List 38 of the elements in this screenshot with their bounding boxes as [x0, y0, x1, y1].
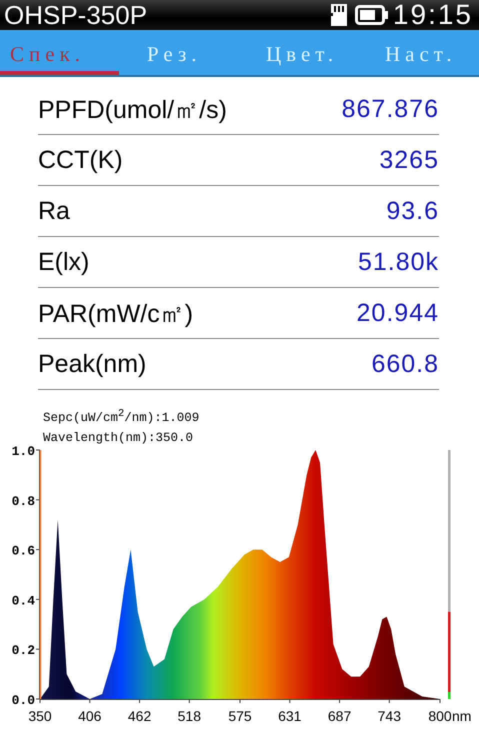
x-axis-unit: nm [452, 708, 472, 724]
y-tick-label: 0.8 [12, 494, 35, 509]
y-tick-label: 0.4 [12, 593, 35, 608]
reading-value: 3265 [379, 146, 439, 174]
y-tick-label: 1.0 [12, 444, 35, 459]
x-tick-label: 518 [178, 708, 202, 724]
x-tick-label: 631 [278, 708, 302, 724]
readout-text: Wavelength(nm):350.0 [43, 430, 194, 448]
x-tick-label: 800 [428, 708, 452, 724]
x-tick-label: 462 [128, 708, 152, 724]
sd-card-icon [328, 3, 349, 27]
tab[interactable]: Рез. [119, 30, 238, 75]
reading-label: E(lx) [38, 248, 90, 276]
reading-label: CCT(K) [38, 146, 123, 174]
x-tick-label: 575 [228, 708, 252, 724]
x-tick-label: 350 [28, 708, 52, 724]
reading-label: PPFD(umol/㎡/s) [38, 94, 227, 126]
x-tick-label: 406 [78, 708, 102, 724]
tab[interactable]: Наст. [357, 30, 476, 75]
y-tick-label: 0.6 [12, 544, 35, 559]
reading-label: Ra [38, 196, 70, 226]
y-tick-label: 0.0 [12, 693, 35, 708]
x-tick-label: 743 [378, 708, 402, 724]
reading-value: 93.6 [386, 196, 439, 226]
reading-label: Peak(nm) [38, 350, 146, 378]
tab[interactable]: Спек. [0, 30, 119, 75]
reading-value: 867.876 [342, 94, 439, 124]
x-tick-label: 687 [328, 708, 352, 724]
readout-text: Sepc(uW/cm$^{2}$/nm):1.009 [43, 407, 200, 428]
device-name: OHSP-350P [4, 0, 148, 30]
reading-label: PAR(mW/c㎡) [38, 298, 194, 330]
reading-value: 51.80k [358, 248, 439, 276]
battery-icon [354, 4, 389, 26]
y-tick-label: 0.2 [12, 643, 35, 658]
reading-value: 20.944 [356, 298, 439, 328]
tab[interactable]: Цвет. [238, 30, 357, 75]
clock-time: 19:15 [392, 0, 473, 31]
reading-value: 660.8 [371, 350, 439, 378]
